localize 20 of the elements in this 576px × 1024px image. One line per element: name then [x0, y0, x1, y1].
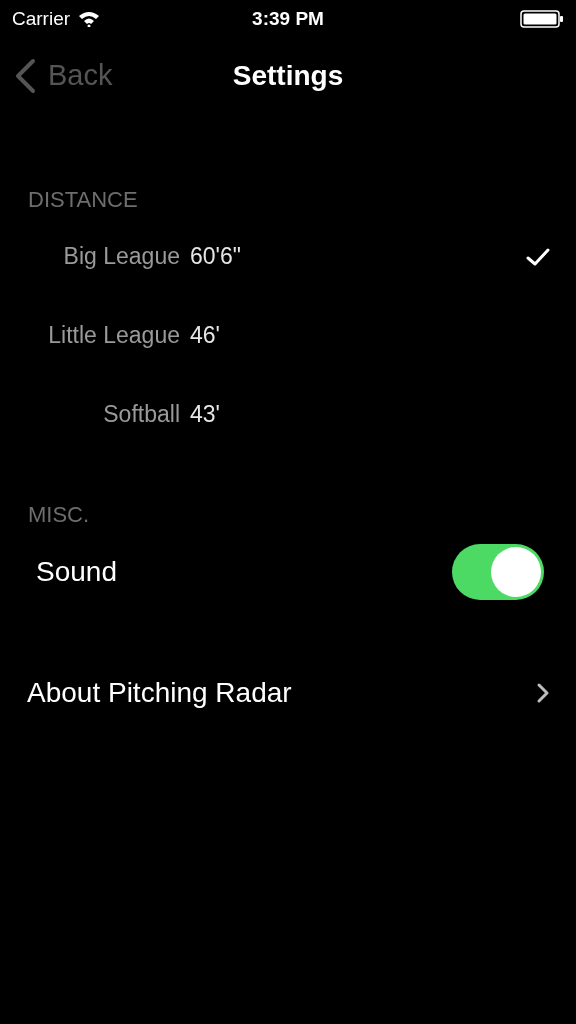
distance-label: Softball [102, 400, 181, 430]
distance-option[interactable]: Softball 43' [0, 375, 576, 454]
distance-label: Big League [62, 242, 181, 272]
distance-value: 46' [190, 321, 220, 351]
about-row[interactable]: About Pitching Radar [0, 653, 576, 732]
wifi-icon [78, 11, 101, 27]
sound-label: Sound [36, 554, 117, 589]
status-time: 3:39 PM [252, 6, 324, 31]
section-header: DISTANCE [28, 185, 138, 214]
section-header: MISC. [28, 500, 90, 529]
chevron-left-icon [14, 58, 36, 94]
distance-label: Little League [47, 321, 181, 351]
chevron-right-icon [536, 681, 550, 704]
battery-icon [520, 10, 564, 28]
carrier-text: Carrier [12, 6, 71, 31]
distance-value: 43' [190, 400, 220, 430]
screen-title: Settings [232, 59, 344, 93]
distance-option[interactable]: Big League 60'6" [0, 217, 576, 296]
distance-option[interactable]: Little League 46' [0, 296, 576, 375]
distance-value: 60'6" [190, 242, 241, 272]
